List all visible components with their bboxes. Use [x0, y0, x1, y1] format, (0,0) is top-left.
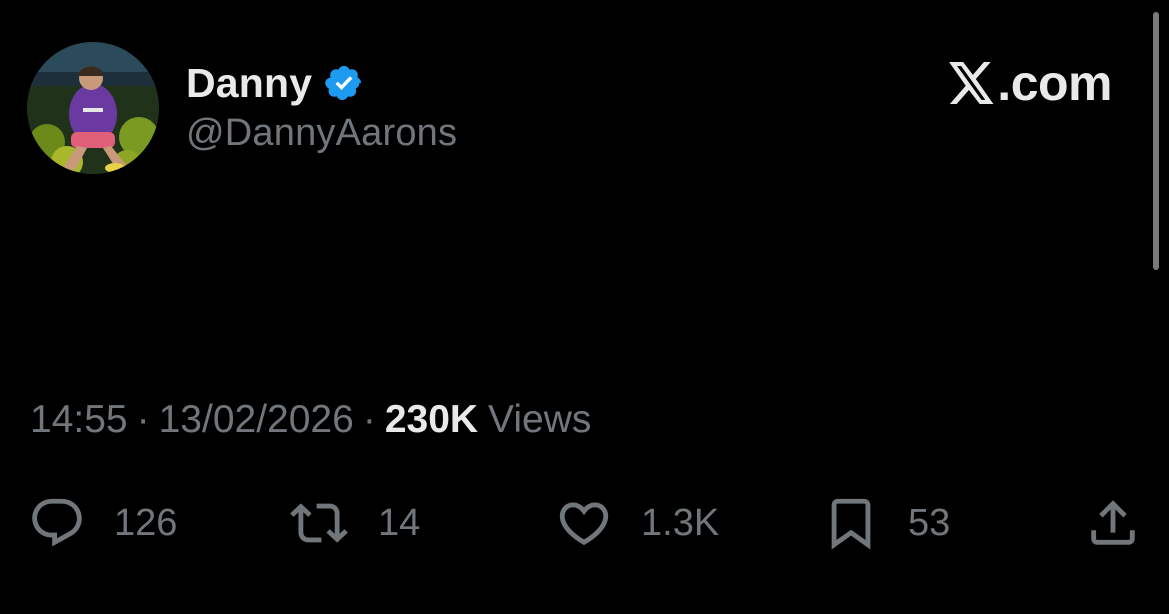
bookmark-icon: [822, 494, 880, 552]
repost-button[interactable]: 14: [290, 495, 420, 551]
author-handle[interactable]: @DannyAarons: [186, 112, 457, 155]
display-name[interactable]: Danny: [186, 60, 312, 107]
bookmark-button[interactable]: 53: [822, 495, 950, 551]
brand-text: .com: [997, 55, 1112, 111]
share-icon: [1084, 494, 1142, 552]
share-button[interactable]: [1084, 495, 1142, 551]
scrollbar[interactable]: [1153, 12, 1159, 270]
views-label: Views: [488, 398, 592, 441]
repost-count: 14: [378, 501, 421, 544]
x-logo-icon: [949, 62, 995, 104]
avatar[interactable]: [27, 42, 159, 174]
repost-icon: [290, 494, 348, 552]
bookmark-count: 53: [908, 501, 951, 544]
reply-bubble-icon: [28, 494, 86, 552]
meta-separator: ·: [136, 398, 150, 441]
heart-icon: [555, 494, 613, 552]
brand-logo: .com: [949, 55, 1112, 111]
reply-button[interactable]: 126: [28, 495, 177, 551]
meta-separator: ·: [362, 398, 376, 441]
author-name-row[interactable]: Danny: [186, 58, 364, 108]
verified-badge-icon: [324, 63, 364, 103]
avatar-photo: [27, 42, 159, 174]
like-count: 1.3K: [641, 501, 720, 544]
tweet-time[interactable]: 14:55: [30, 398, 128, 442]
like-button[interactable]: 1.3K: [555, 495, 719, 551]
action-bar: 126 14 1.3K 53: [0, 495, 1169, 551]
reply-count: 126: [114, 501, 178, 544]
tweet-meta: 14:55 · 13/02/2026 · 230K Views: [30, 398, 591, 442]
tweet-date[interactable]: 13/02/2026: [159, 398, 354, 442]
views-count[interactable]: 230K: [385, 398, 478, 442]
